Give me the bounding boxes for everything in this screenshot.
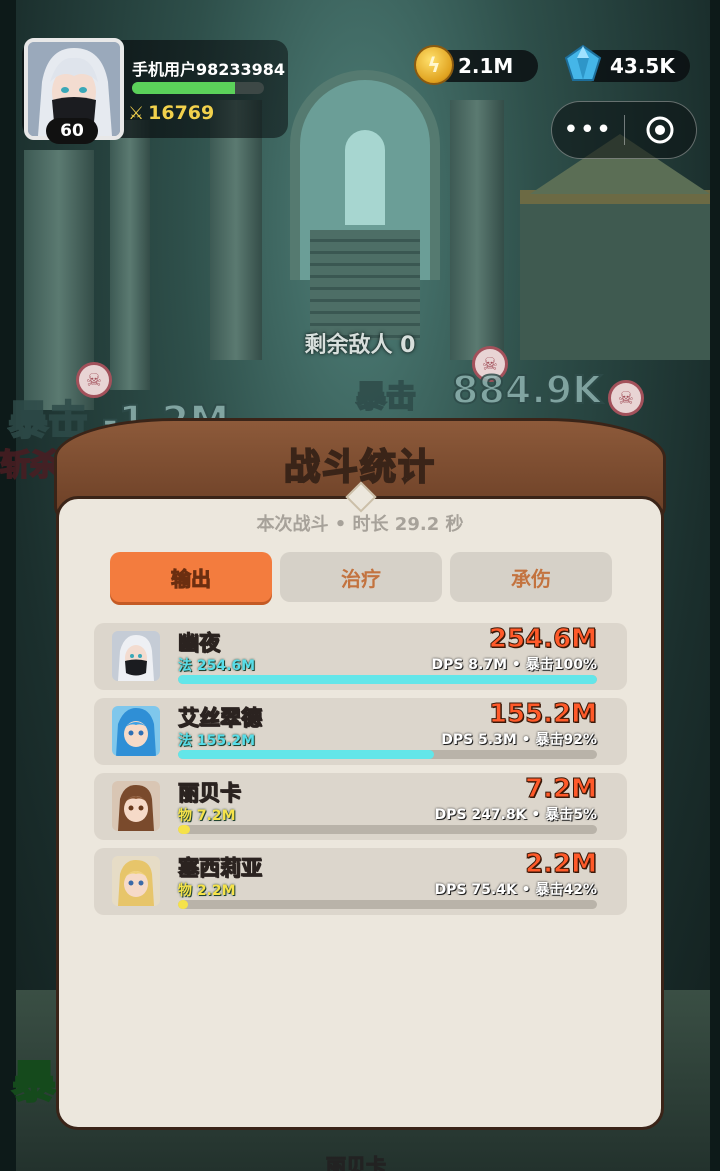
hero-total-damage: 155.2M — [488, 699, 597, 730]
miniprogram-capsule: ••• — [551, 101, 697, 159]
hero-name: 艾丝翠德 — [178, 706, 263, 731]
floating-combat-text: 884.9K — [451, 367, 603, 413]
more-button[interactable]: ••• — [552, 102, 624, 158]
combat-power-value: 16769 — [148, 102, 215, 124]
pillar — [450, 100, 504, 360]
pillar — [210, 100, 262, 360]
floating-combat-text: 斩杀 — [0, 447, 61, 484]
tab-healing[interactable]: 治疗 — [280, 552, 442, 602]
hero-name: 塞西莉亚 — [178, 856, 263, 881]
target-close-icon — [646, 116, 674, 144]
battle-duration: 本次战斗 • 时长 29.2 秒 — [256, 514, 464, 535]
hero-portrait — [112, 856, 160, 906]
hero-name: 丽贝卡 — [178, 781, 242, 806]
hero-stat-row[interactable]: 艾丝翠德 法 155.2M 155.2M DPS 5.3M • 暴击92% — [94, 698, 627, 765]
hero-portrait — [112, 706, 160, 756]
sword-icon: ⚔ — [128, 102, 145, 124]
hero-stat-row[interactable]: 丽贝卡 物 7.2M 7.2M DPS 247.8K • 暴击5% — [94, 773, 627, 840]
damage-share-fill — [178, 750, 434, 759]
coin-amount: 2.1M — [458, 54, 514, 78]
gem-amount: 43.5K — [610, 54, 675, 78]
hero-stat-row[interactable]: 塞西莉亚 物 2.2M 2.2M DPS 75.4K • 暴击42% — [94, 848, 627, 915]
hero-stat-row[interactable]: 幽夜 法 254.6M 254.6M DPS 8.7M • 暴击100% — [94, 623, 627, 690]
scene-edge — [710, 0, 720, 1171]
floating-combat-text: 暴 — [11, 1056, 57, 1109]
damage-share-fill — [178, 675, 597, 684]
hero-dps-crit: DPS 8.7M • 暴击100% — [431, 657, 597, 673]
temple-stairs — [310, 230, 420, 340]
damage-share-bar — [178, 675, 597, 684]
hero-total-damage: 254.6M — [488, 624, 597, 655]
enemies-remaining: 剩余敌人 0 — [304, 333, 416, 358]
close-miniprogram-button[interactable] — [625, 102, 697, 158]
skull-icon: ☠ — [608, 380, 644, 416]
hero-dps-crit: DPS 247.8K • 暴击5% — [434, 807, 597, 823]
hero-damage-type: 法 155.2M — [178, 733, 256, 749]
player-level-badge: 60 — [46, 118, 98, 144]
tab-damage-taken[interactable]: 承伤 — [450, 552, 612, 602]
floating-combat-text: 暴击 — [355, 379, 417, 416]
hero-total-damage: 7.2M — [525, 774, 598, 805]
damage-share-bar — [178, 825, 597, 834]
gem-icon — [563, 44, 603, 84]
damage-share-fill — [178, 825, 190, 834]
damage-share-bar — [178, 900, 597, 909]
hero-damage-type: 物 2.2M — [178, 883, 236, 899]
hero-damage-type: 物 7.2M — [178, 808, 236, 824]
hero-name: 幽夜 — [178, 631, 221, 656]
hero-dps-crit: DPS 75.4K • 暴击42% — [434, 882, 597, 898]
hero-total-damage: 2.2M — [525, 849, 598, 880]
damage-share-fill — [178, 900, 189, 909]
battle-stats-dialog: 战斗统计 本次战斗 • 时长 29.2 秒 输出 治疗 承伤 幽夜 法 254.… — [54, 418, 666, 1130]
temple-doorway — [345, 130, 385, 225]
more-icon: ••• — [563, 115, 613, 145]
hero-damage-type: 法 254.6M — [178, 658, 256, 674]
hero-card-name: 丽贝卡 — [326, 1154, 387, 1171]
stats-tabs: 输出 治疗 承伤 — [110, 552, 612, 602]
scene-edge — [0, 0, 16, 1171]
tab-damage[interactable]: 输出 — [110, 552, 272, 602]
player-name: 手机用户98233984 — [132, 60, 286, 79]
hero-portrait — [112, 631, 160, 681]
xp-progress-bar — [132, 82, 264, 94]
damage-share-bar — [178, 750, 597, 759]
combat-power: ⚔ 16769 — [128, 102, 214, 124]
hero-portrait — [112, 781, 160, 831]
xp-progress-fill — [132, 82, 235, 94]
hero-dps-crit: DPS 5.3M • 暴击92% — [441, 732, 597, 748]
coin-icon: ϟ — [414, 45, 454, 85]
